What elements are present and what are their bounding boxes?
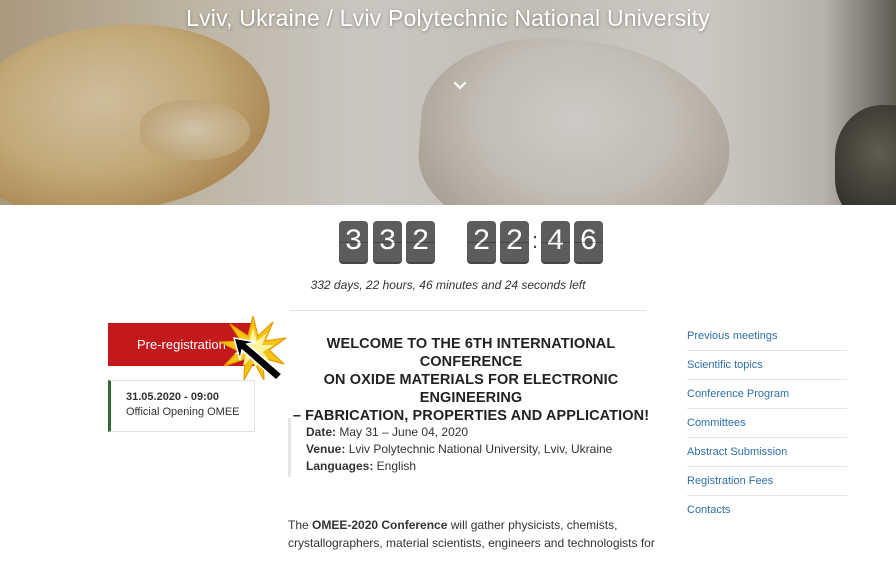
date-value: May 31 – June 04, 2020 xyxy=(336,425,469,439)
countdown-digit: 4 xyxy=(541,221,570,264)
para-text: crystallographers, material scientists, … xyxy=(288,536,655,550)
para-prefix: The xyxy=(288,518,313,532)
countdown-digit: 6 xyxy=(574,221,603,264)
sidebar-item-abstract-submission[interactable]: Abstract Submission xyxy=(687,438,847,467)
languages-value: English xyxy=(373,459,417,473)
venue-label: Venue: xyxy=(306,442,346,456)
sidebar-item-registration-fees[interactable]: Registration Fees xyxy=(687,467,847,496)
hero-title: Lviv, Ukraine / Lviv Polytechnic Nationa… xyxy=(186,5,710,31)
intro-paragraph: The OMEE-2020 Conference will gather phy… xyxy=(288,516,658,552)
event-name: Official Opening OMEE xyxy=(126,406,240,418)
countdown-text: 332 days, 22 hours, 46 minutes and 24 se… xyxy=(310,278,586,292)
sidebar-item-contacts[interactable]: Contacts xyxy=(687,496,847,525)
para-text: will gather physicists, chemists, xyxy=(447,518,618,532)
countdown-digit: 2 xyxy=(406,221,435,264)
divider xyxy=(290,310,646,311)
countdown-digit: 2 xyxy=(467,221,496,264)
countdown-separator: : xyxy=(531,228,539,253)
countdown-digit: 3 xyxy=(339,221,368,264)
date-row: Date: May 31 – June 04, 2020 xyxy=(306,424,648,441)
welcome-line: ON OXIDE MATERIALS FOR ELECTRONIC ENGINE… xyxy=(323,372,619,406)
venue-row: Venue: Lviv Polytechnic National Univers… xyxy=(306,441,648,458)
sidebar-item-previous-meetings[interactable]: Previous meetings xyxy=(687,322,847,351)
welcome-line: WELCOME TO THE 6TH INTERNATIONAL CONFERE… xyxy=(326,336,616,370)
countdown-timer: 3 3 2 2 2 : 4 6 xyxy=(0,221,896,265)
event-date: 31.05.2020 - 09:00 xyxy=(126,391,219,403)
sidebar-item-scientific-topics[interactable]: Scientific topics xyxy=(687,351,847,380)
date-label: Date: xyxy=(306,425,337,439)
event-card[interactable]: 31.05.2020 - 09:00 Official Opening OMEE xyxy=(108,380,255,432)
languages-label: Languages: xyxy=(306,459,374,473)
welcome-heading: WELCOME TO THE 6TH INTERNATIONAL CONFERE… xyxy=(290,335,652,425)
countdown-digit: 2 xyxy=(500,221,529,264)
venue-value: Lviv Polytechnic National University, Lv… xyxy=(345,442,613,456)
click-highlight-icon xyxy=(218,315,287,382)
sidebar-item-committees[interactable]: Committees xyxy=(687,409,847,438)
countdown-digit: 3 xyxy=(373,221,402,264)
conference-info: Date: May 31 – June 04, 2020 Venue: Lviv… xyxy=(288,418,648,477)
languages-row: Languages: English xyxy=(306,458,648,475)
sidebar-item-conference-program[interactable]: Conference Program xyxy=(687,380,847,409)
chevron-down-icon[interactable] xyxy=(453,80,467,92)
sidebar-nav: Previous meetings Scientific topics Conf… xyxy=(687,322,847,525)
para-conference-name: OMEE-2020 Conference xyxy=(312,518,448,532)
hero-banner: Lviv, Ukraine / Lviv Polytechnic Nationa… xyxy=(0,0,896,205)
